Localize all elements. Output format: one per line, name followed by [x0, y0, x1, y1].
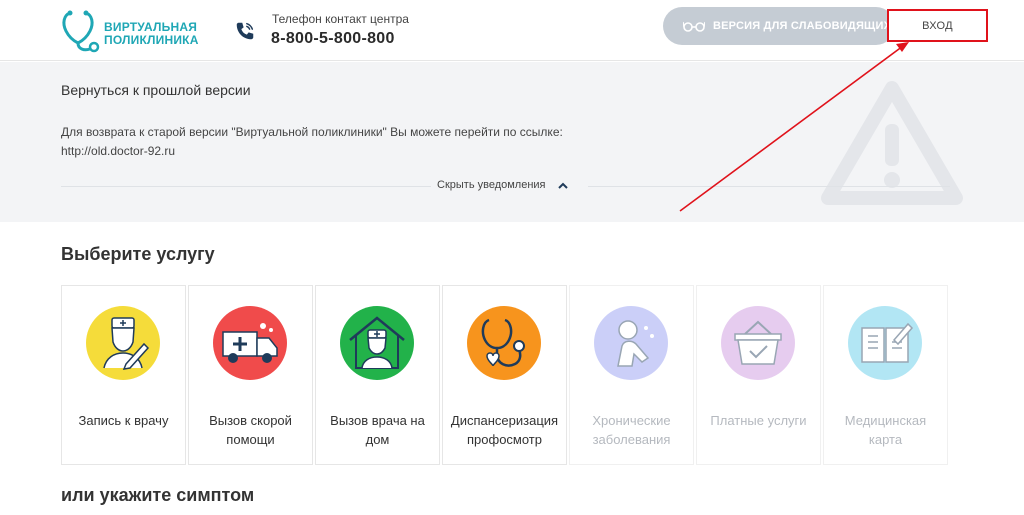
- service-icon-circle: [86, 306, 160, 380]
- hide-notifications-label: Скрыть уведомления: [437, 179, 546, 191]
- site-header: ВИРТУАЛЬНАЯ ПОЛИКЛИНИКА Телефон контакт …: [0, 0, 1024, 61]
- service-label: Диспансеризация профосмотр: [450, 413, 559, 447]
- medical-card-icon: [848, 306, 922, 380]
- service-card-medical-record[interactable]: Медицинская карта: [823, 285, 948, 465]
- service-icon-circle: [848, 306, 922, 380]
- notice-panel: Вернуться к прошлой версии Для возврата …: [0, 62, 1024, 222]
- services-title: Выберите услугу: [61, 244, 215, 264]
- service-icon-circle: [340, 306, 414, 380]
- symptom-title: или укажите симптом: [61, 485, 255, 505]
- logo-text: ВИРТУАЛЬНАЯ ПОЛИКЛИНИКА: [104, 21, 199, 47]
- logo-stethoscope-icon: [62, 10, 100, 53]
- service-label: Платные услуги: [710, 413, 807, 428]
- phone-label: Телефон контакт центра: [272, 12, 409, 26]
- notice-title: Вернуться к прошлой версии: [61, 82, 251, 98]
- warning-triangle-icon: [821, 81, 963, 205]
- service-icon-circle: [213, 306, 287, 380]
- service-label: Вызов врача на дом: [330, 413, 425, 447]
- doctor-house-icon: [340, 306, 414, 380]
- chronic-illness-icon: [594, 306, 668, 380]
- service-label: Вызов скорой помощи: [209, 413, 292, 447]
- login-label: ВХОД: [922, 19, 953, 32]
- login-button[interactable]: ВХОД: [887, 9, 988, 42]
- service-icon-circle: [594, 306, 668, 380]
- divider-right: [588, 186, 950, 187]
- service-card-ambulance[interactable]: Вызов скорой помощи: [188, 285, 313, 465]
- phone-icon: [236, 22, 254, 40]
- service-label: Медицинская карта: [844, 413, 927, 447]
- services-grid: Запись к врачу Вызов скорой помощи Вызов…: [61, 285, 949, 465]
- doctor-pen-icon: [86, 306, 160, 380]
- stethoscope-icon: [467, 306, 541, 380]
- service-label: Хронические заболевания: [592, 413, 671, 447]
- low-vision-version-label: ВЕРСИЯ ДЛЯ СЛАБОВИДЯЩИХ: [713, 20, 892, 32]
- old-version-link[interactable]: http://old.doctor-92.ru: [61, 144, 175, 158]
- notice-text: Для возврата к старой версии "Виртуально…: [61, 123, 681, 161]
- service-card-paid[interactable]: Платные услуги: [696, 285, 821, 465]
- service-card-appointment[interactable]: Запись к врачу: [61, 285, 186, 465]
- chevron-up-icon: [557, 182, 568, 189]
- service-label: Запись к врачу: [78, 413, 169, 428]
- service-card-checkup[interactable]: Диспансеризация профосмотр: [442, 285, 567, 465]
- glasses-icon: [683, 21, 705, 32]
- divider-left: [61, 186, 431, 187]
- service-icon-circle: [467, 306, 541, 380]
- ambulance-icon: [213, 306, 287, 380]
- phone-number[interactable]: 8-800-5-800-800: [271, 30, 395, 48]
- logo-line-2: ПОЛИКЛИНИКА: [104, 33, 199, 47]
- service-card-chronic[interactable]: Хронические заболевания: [569, 285, 694, 465]
- service-card-home-visit[interactable]: Вызов врача на дом: [315, 285, 440, 465]
- hide-notifications-toggle[interactable]: Скрыть уведомления: [437, 179, 568, 191]
- low-vision-version-button[interactable]: ВЕРСИЯ ДЛЯ СЛАБОВИДЯЩИХ: [663, 7, 895, 45]
- notice-description: Для возврата к старой версии "Виртуально…: [61, 125, 563, 139]
- basket-icon: [721, 306, 795, 380]
- service-icon-circle: [721, 306, 795, 380]
- logo[interactable]: ВИРТУАЛЬНАЯ ПОЛИКЛИНИКА: [60, 7, 200, 55]
